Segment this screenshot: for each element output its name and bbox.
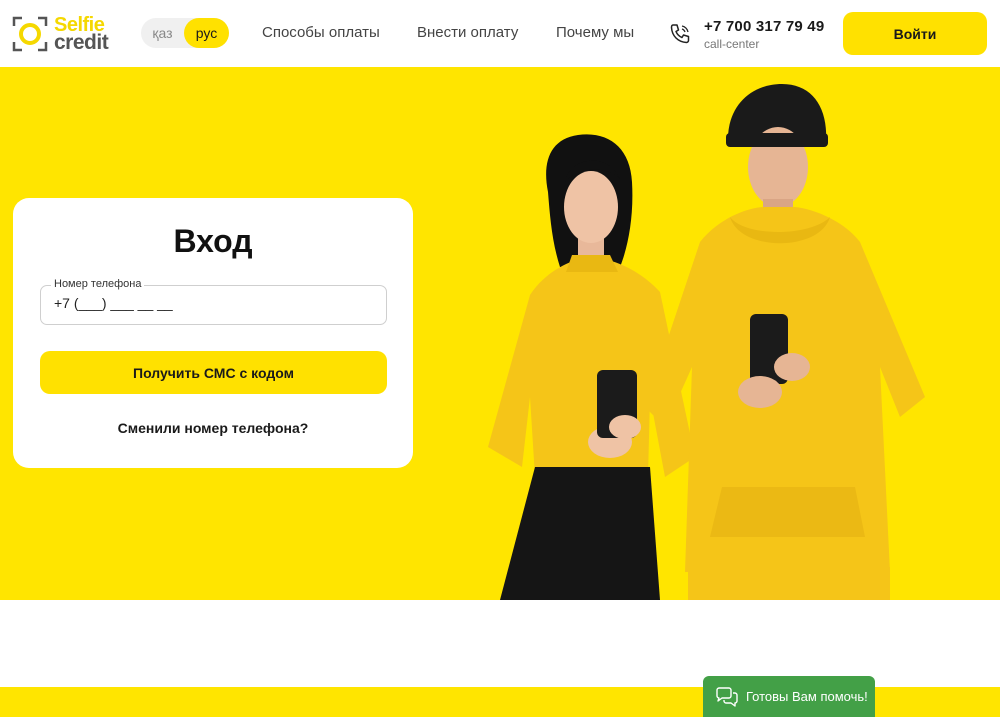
phone-field-label: Номер телефона xyxy=(51,278,145,290)
phone-number[interactable]: +7 700 317 79 49 xyxy=(704,18,824,35)
chat-bubbles-icon xyxy=(716,686,738,707)
login-card: Вход Номер телефона Получить СМС с кодом… xyxy=(13,198,413,468)
nav-payment-methods[interactable]: Способы оплаты xyxy=(262,24,380,41)
content-area xyxy=(0,600,1000,687)
phone-icon[interactable] xyxy=(668,22,692,46)
login-title: Вход xyxy=(173,223,253,259)
phone-input[interactable] xyxy=(54,295,374,311)
lang-rus-option[interactable]: рус xyxy=(184,18,229,48)
hero-photo xyxy=(488,84,925,600)
lang-kaz-option[interactable]: қаз xyxy=(141,25,184,41)
phone-field xyxy=(40,285,387,325)
logo[interactable]: Selfie credit xyxy=(12,14,116,54)
changed-phone-link[interactable]: Сменили номер телефона? xyxy=(13,420,413,436)
nav-why-us[interactable]: Почему мы xyxy=(556,24,634,41)
login-button[interactable]: Войти xyxy=(843,12,987,55)
chat-widget-label: Готовы Вам помочь! xyxy=(746,689,868,704)
logo-text-credit: credit xyxy=(54,31,109,54)
nav-make-payment[interactable]: Внести оплату xyxy=(417,24,518,41)
get-sms-code-button[interactable]: Получить СМС с кодом xyxy=(40,351,387,394)
site-header: Selfie credit қаз рус Способы оплаты Вне… xyxy=(0,0,1000,67)
hero-section: Вход Номер телефона Получить СМС с кодом… xyxy=(0,67,1000,600)
man-figure xyxy=(645,84,925,600)
phone-caption: call-center xyxy=(704,37,760,51)
logo-mark-icon xyxy=(12,16,48,52)
language-switcher: қаз рус xyxy=(141,18,229,48)
chat-widget[interactable]: Готовы Вам помочь! xyxy=(703,676,875,717)
